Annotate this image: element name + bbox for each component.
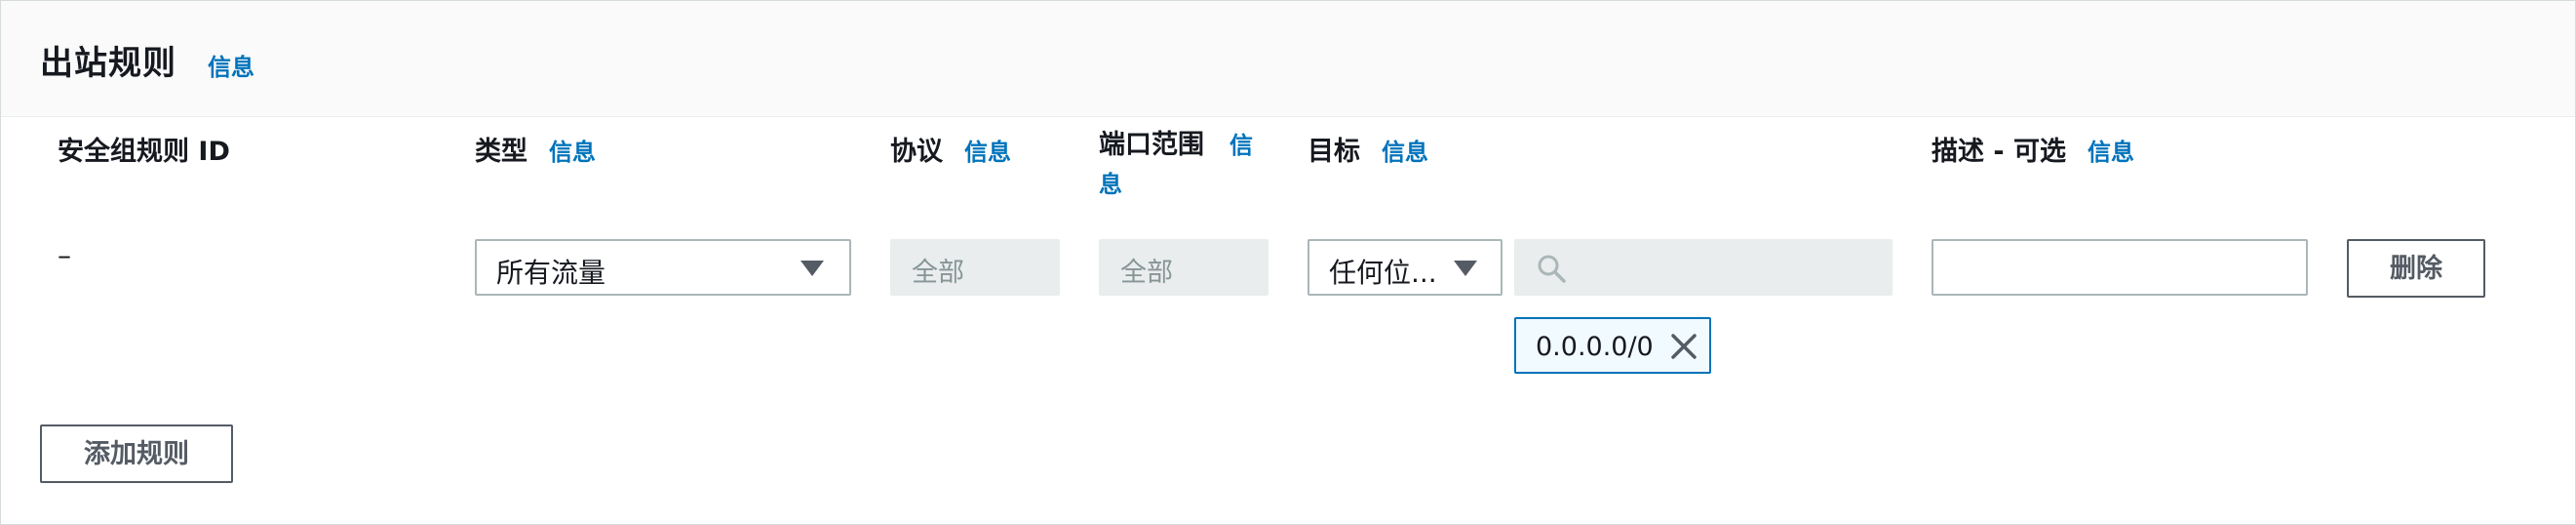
- type-info-link[interactable]: 信息: [549, 139, 596, 166]
- column-header-type: 类型 信息: [475, 130, 596, 168]
- destination-type-select[interactable]: 任何位...: [1308, 239, 1503, 296]
- column-header-destination: 目标 信息: [1308, 130, 1428, 168]
- search-icon: [1536, 253, 1567, 288]
- column-header-rule-id: 安全组规则 ID: [58, 130, 230, 168]
- panel-header: 出站规则 信息: [1, 1, 2575, 117]
- outbound-rules-panel: 出站规则 信息 安全组规则 ID 类型 信息 协议 信息 端口范围 信息 目标 信息 描…: [0, 0, 2576, 525]
- panel-info-link[interactable]: 信息: [208, 48, 254, 82]
- column-header-description: 描述 - 可选 信息: [1932, 130, 2134, 168]
- rule-id-value: –: [58, 239, 71, 271]
- protocol-field: 全部: [890, 239, 1060, 296]
- add-rule-button[interactable]: 添加规则: [40, 424, 233, 483]
- type-select-value: 所有流量: [496, 257, 606, 289]
- protocol-value: 全部: [912, 258, 964, 288]
- column-header-protocol: 协议 信息: [890, 130, 1011, 168]
- column-label-description: 描述 - 可选: [1932, 137, 2067, 167]
- column-label-type: 类型: [475, 137, 527, 167]
- destination-search-input[interactable]: [1514, 239, 1893, 296]
- port-range-value: 全部: [1120, 258, 1173, 288]
- column-label-destination: 目标: [1308, 137, 1360, 167]
- panel-title: 出站规则: [40, 44, 176, 83]
- caret-down-icon: [800, 261, 824, 276]
- delete-rule-button[interactable]: 删除: [2347, 239, 2485, 298]
- column-label-rule-id: 安全组规则 ID: [58, 137, 230, 167]
- description-info-link[interactable]: 信息: [2088, 139, 2134, 166]
- destination-info-link[interactable]: 信息: [1382, 139, 1428, 166]
- column-label-port-range: 端口范围: [1099, 130, 1204, 160]
- destination-token: 0.0.0.0/0: [1514, 317, 1711, 374]
- column-label-protocol: 协议: [890, 137, 943, 167]
- description-input[interactable]: [1932, 239, 2308, 296]
- column-header-port-range: 端口范围 信息: [1099, 126, 1265, 204]
- protocol-info-link[interactable]: 信息: [964, 139, 1011, 166]
- port-range-field: 全部: [1099, 239, 1268, 296]
- destination-token-value: 0.0.0.0/0: [1536, 332, 1654, 362]
- destination-type-value: 任何位...: [1329, 257, 1437, 289]
- close-icon[interactable]: [1670, 333, 1698, 364]
- caret-down-icon: [1454, 261, 1477, 276]
- type-select[interactable]: 所有流量: [475, 239, 851, 296]
